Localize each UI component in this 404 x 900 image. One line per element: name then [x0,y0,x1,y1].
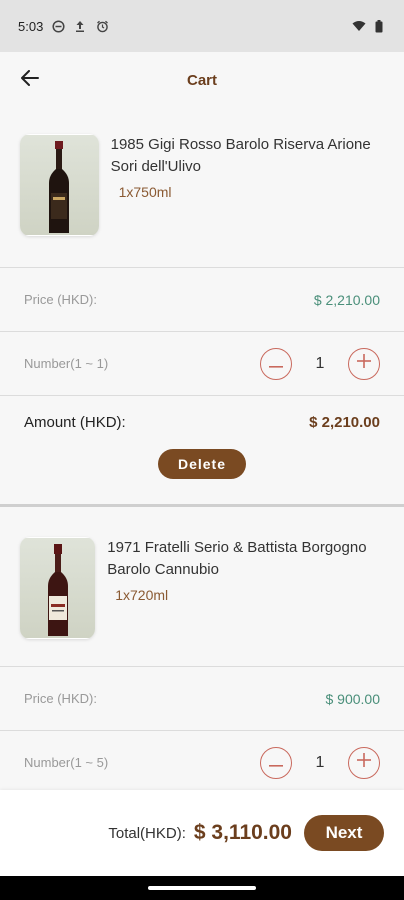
arrow-left-icon [21,69,39,91]
delete-button[interactable]: Delete [158,449,246,479]
do-not-disturb-icon [51,19,65,33]
system-nav-bar [0,876,404,900]
wine-bottle-icon [47,544,68,636]
product-thumbnail [20,537,96,639]
price-row: Price (HKD): $ 2,210.00 [0,268,404,332]
total-value: $ 3,110.00 [193,821,292,844]
quantity-stepper: 1 [260,746,380,779]
minus-icon [269,754,283,772]
amount-section: Amount (HKD): $ 2,210.00 Delete [0,396,404,504]
status-time: 5:03 [18,18,44,34]
delete-wrap: Delete [24,449,380,479]
back-button[interactable] [16,66,44,94]
quantity-value: 1 [315,753,325,771]
status-bar: 5:03 [0,0,404,52]
number-label: Number(1 ~ 1) [24,356,109,371]
price-row: Price (HKD): $ 900.00 [0,667,404,731]
next-button[interactable]: Next [304,815,384,851]
cart-list[interactable]: 1985 Gigi Rosso Barolo Riserva Arione So… [0,108,404,790]
minus-icon [269,355,283,373]
amount-label: Amount (HKD): [24,414,126,431]
status-right [352,19,386,33]
product-row[interactable]: 1985 Gigi Rosso Barolo Riserva Arione So… [0,108,404,268]
product-spec: 1x750ml [118,184,172,200]
price-value: $ 2,210.00 [313,291,380,308]
product-thumbnail [20,134,99,236]
checkout-bar: Total(HKD): $ 3,110.00 Next [0,790,404,876]
wine-bottle-icon [49,141,70,233]
increase-button[interactable] [348,746,380,779]
decrease-button[interactable] [260,347,292,380]
home-indicator[interactable] [148,886,256,890]
quantity-stepper: 1 [260,347,380,380]
quantity-value: 1 [315,354,325,372]
alarm-icon [95,19,109,33]
increase-button[interactable] [348,347,380,380]
price-label: Price (HKD): [24,292,97,307]
quantity-row: Number(1 ~ 1) 1 [0,332,404,396]
product-name: 1985 Gigi Rosso Barolo Riserva Arione So… [110,136,371,175]
quantity-row: Number(1 ~ 5) 1 [0,731,404,790]
product-info: 1971 Fratelli Serio & Battista Borgogno … [107,537,384,638]
wine-bottle-image [20,135,99,235]
amount-line: Amount (HKD): $ 2,210.00 [24,414,380,431]
page-title: Cart [186,71,217,89]
cart-item: 1985 Gigi Rosso Barolo Riserva Arione So… [0,108,404,507]
product-row[interactable]: 1971 Fratelli Serio & Battista Borgogno … [0,507,404,667]
cart-item: 1971 Fratelli Serio & Battista Borgogno … [0,507,404,790]
amount-value: $ 2,210.00 [309,414,380,431]
total-label: Total(HKD): [108,824,186,842]
price-label: Price (HKD): [24,691,97,706]
status-left: 5:03 [18,19,109,34]
product-info: 1985 Gigi Rosso Barolo Riserva Arione So… [111,134,384,239]
battery-icon [372,19,386,33]
plus-icon [357,753,371,772]
app-bar: Cart [0,52,404,108]
product-spec: 1x720ml [115,587,169,603]
product-name: 1971 Fratelli Serio & Battista Borgogno … [107,539,367,578]
number-label: Number(1 ~ 5) [24,755,109,770]
decrease-button[interactable] [260,746,292,779]
upload-icon [73,19,87,33]
wifi-icon [352,19,366,33]
wine-bottle-image [20,538,96,638]
price-value: $ 900.00 [325,690,381,707]
plus-icon [357,354,371,373]
